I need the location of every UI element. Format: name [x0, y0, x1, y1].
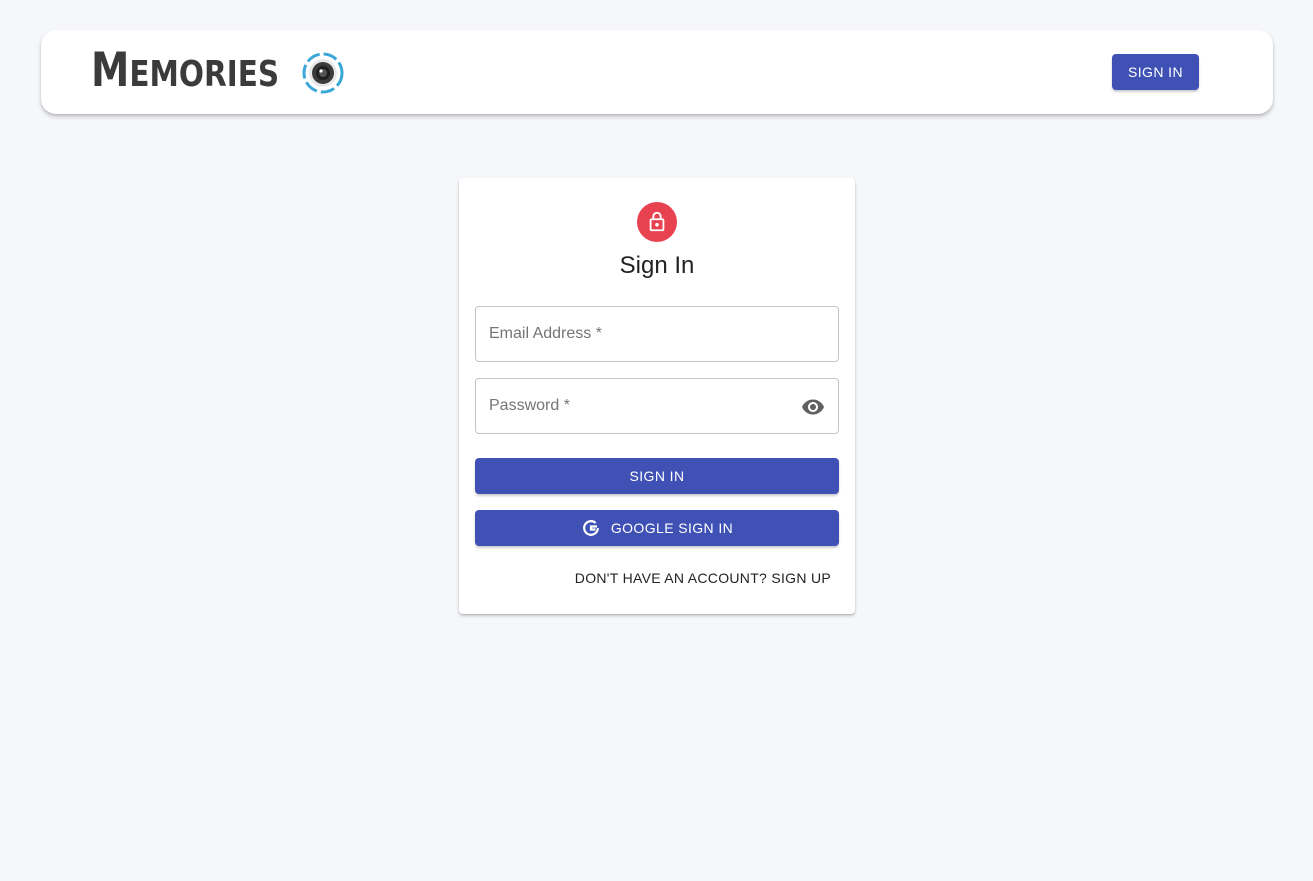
- google-icon: [582, 520, 599, 536]
- header-sign-in-button[interactable]: SIGN IN: [1112, 54, 1199, 90]
- visibility-icon: [802, 399, 824, 415]
- brand[interactable]: MEMORIES: [91, 43, 345, 100]
- password-field[interactable]: Password *: [475, 378, 839, 434]
- sign-in-button[interactable]: SIGN IN: [475, 458, 839, 494]
- brand-title: MEMORIES: [91, 43, 279, 100]
- show-password-toggle[interactable]: [800, 394, 826, 420]
- google-sign-in-button[interactable]: GOOGLE SIGN IN: [475, 510, 839, 546]
- brand-first-letter: M: [91, 43, 130, 98]
- sign-up-link[interactable]: DON'T HAVE AN ACCOUNT? SIGN UP: [575, 570, 831, 586]
- sign-in-button-label: SIGN IN: [629, 468, 685, 484]
- camera-lens-icon: [302, 52, 344, 94]
- lock-avatar: [637, 202, 677, 242]
- app-bar: MEMORIES SIGN IN: [41, 30, 1273, 114]
- email-input[interactable]: [476, 307, 838, 361]
- brand-rest: EMORIES: [129, 54, 280, 95]
- sign-in-card: Sign In Email Address * Password * SIGN …: [459, 178, 855, 614]
- google-sign-in-label: GOOGLE SIGN IN: [610, 520, 734, 536]
- page-title: Sign In: [619, 252, 695, 279]
- lock-icon: [649, 211, 665, 232]
- password-input[interactable]: [476, 379, 838, 433]
- email-field[interactable]: Email Address *: [475, 306, 839, 362]
